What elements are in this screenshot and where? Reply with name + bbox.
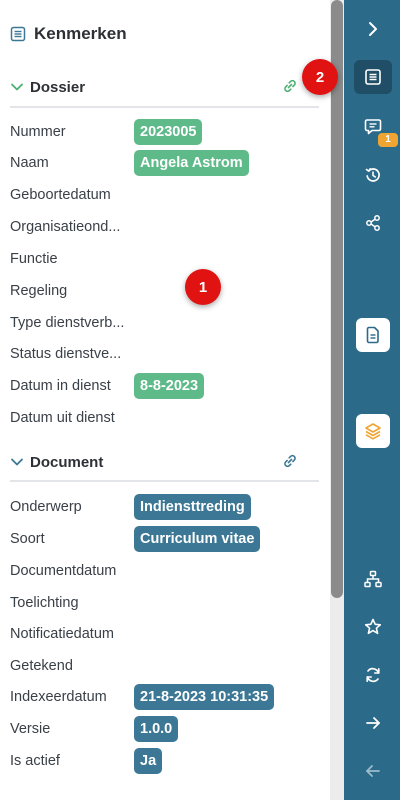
- field-row-indexeerdatum: Indexeerdatum 21-8-2023 10:31:35: [10, 684, 320, 710]
- field-label: Type dienstverb...: [10, 315, 125, 331]
- document-lines-icon: [10, 26, 26, 42]
- field-label: Functie: [10, 251, 58, 267]
- star-icon: [364, 618, 382, 635]
- layers-rail-button[interactable]: [356, 414, 390, 448]
- field-label: Versie: [10, 721, 51, 737]
- field-row-functie: Functie: [10, 246, 320, 272]
- field-row-toelichting: Toelichting: [10, 590, 320, 616]
- link-icon[interactable]: [282, 78, 298, 94]
- field-row-status-dienstverband: Status dienstve...: [10, 341, 320, 367]
- field-label: Documentdatum: [10, 563, 117, 579]
- field-row-datum-uit-dienst: Datum uit dienst: [10, 405, 320, 431]
- structure-rail-button[interactable]: [356, 562, 390, 596]
- panel-title: Kenmerken: [34, 24, 127, 43]
- favorite-rail-button[interactable]: [356, 610, 390, 644]
- file-icon: [366, 326, 379, 344]
- panel-header: Kenmerken: [10, 22, 127, 46]
- scrollbar-thumb[interactable]: [331, 0, 343, 598]
- field-value-chip: 8-8-2023: [134, 373, 205, 399]
- history-icon: [365, 167, 380, 182]
- dossier-section-header[interactable]: Dossier: [10, 75, 320, 99]
- field-value-chip: Ja: [134, 748, 163, 774]
- field-value-chip: Indiensttreding: [134, 494, 251, 520]
- field-row-datum-in-dienst: Datum in dienst 8-8-2023: [10, 373, 320, 399]
- field-row-is-actief: Is actief Ja: [10, 748, 320, 774]
- sitemap-icon: [364, 570, 382, 588]
- link-icon[interactable]: [282, 453, 298, 469]
- refresh-icon: [366, 667, 380, 683]
- field-row-getekend: Getekend: [10, 653, 320, 679]
- field-label: Nummer: [10, 124, 66, 140]
- back-rail-button[interactable]: [356, 754, 390, 788]
- history-rail-button[interactable]: [356, 158, 390, 192]
- field-value-chip: 21-8-2023 10:31:35: [134, 684, 275, 710]
- field-row-regeling: Regeling: [10, 278, 320, 304]
- field-row-soort: Soort Curriculum vitae: [10, 526, 320, 552]
- field-value-chip: Curriculum vitae: [134, 526, 261, 552]
- chevron-down-icon[interactable]: [10, 80, 24, 94]
- collapse-panel-button[interactable]: [356, 12, 390, 46]
- field-label: Indexeerdatum: [10, 689, 107, 705]
- field-label: Geboortedatum: [10, 187, 111, 203]
- document-lines-icon: [365, 69, 381, 85]
- field-label: Datum uit dienst: [10, 410, 115, 426]
- annotation-marker-2: 2: [302, 59, 338, 95]
- chevron-down-icon[interactable]: [10, 455, 24, 469]
- field-row-versie: Versie 1.0.0: [10, 716, 320, 742]
- arrow-left-icon: [366, 765, 380, 777]
- field-value-chip: 2023005: [134, 119, 203, 145]
- kenmerken-rail-button[interactable]: [354, 60, 392, 94]
- field-label: Onderwerp: [10, 499, 82, 515]
- chevron-right-icon: [369, 22, 377, 36]
- field-label: Naam: [10, 155, 49, 171]
- dossier-title: Dossier: [30, 78, 86, 96]
- document-rail-button[interactable]: [356, 318, 390, 352]
- field-label: Toelichting: [10, 595, 79, 611]
- field-label: Soort: [10, 531, 45, 547]
- field-row-type-dienstverband: Type dienstverb...: [10, 310, 320, 336]
- field-row-naam: Naam Angela Astrom: [10, 150, 320, 176]
- field-label: Notificatiedatum: [10, 626, 114, 642]
- section-divider: [10, 106, 319, 108]
- comments-count-badge: 1: [378, 133, 398, 147]
- annotation-marker-1: 1: [185, 269, 221, 305]
- refresh-rail-button[interactable]: [356, 658, 390, 692]
- field-label: Status dienstve...: [10, 346, 122, 362]
- field-row-onderwerp: Onderwerp Indiensttreding: [10, 494, 320, 520]
- field-row-geboortedatum: Geboortedatum: [10, 182, 320, 208]
- kenmerken-panel: Kenmerken Dossier Nummer 2023005 Naam An…: [0, 0, 330, 800]
- field-row-organisatieonderdeel: Organisatieond...: [10, 214, 320, 240]
- field-label: Getekend: [10, 658, 73, 674]
- field-value-chip: 1.0.0: [134, 716, 179, 742]
- field-row-notificatiedatum: Notificatiedatum: [10, 621, 320, 647]
- field-value-chip: Angela Astrom: [134, 150, 249, 176]
- share-rail-button[interactable]: [356, 206, 390, 240]
- document-section-header[interactable]: Document: [10, 450, 320, 474]
- field-label: Regeling: [10, 283, 68, 299]
- section-divider: [10, 480, 319, 482]
- field-row-nummer: Nummer 2023005: [10, 119, 320, 145]
- arrow-right-icon: [366, 717, 380, 729]
- document-title: Document: [30, 453, 104, 471]
- field-label: Is actief: [10, 753, 60, 769]
- layers-icon: [365, 423, 381, 440]
- field-row-documentdatum: Documentdatum: [10, 558, 320, 584]
- forward-rail-button[interactable]: [356, 706, 390, 740]
- field-label: Organisatieond...: [10, 219, 121, 235]
- field-label: Datum in dienst: [10, 378, 111, 394]
- share-icon: [366, 215, 380, 231]
